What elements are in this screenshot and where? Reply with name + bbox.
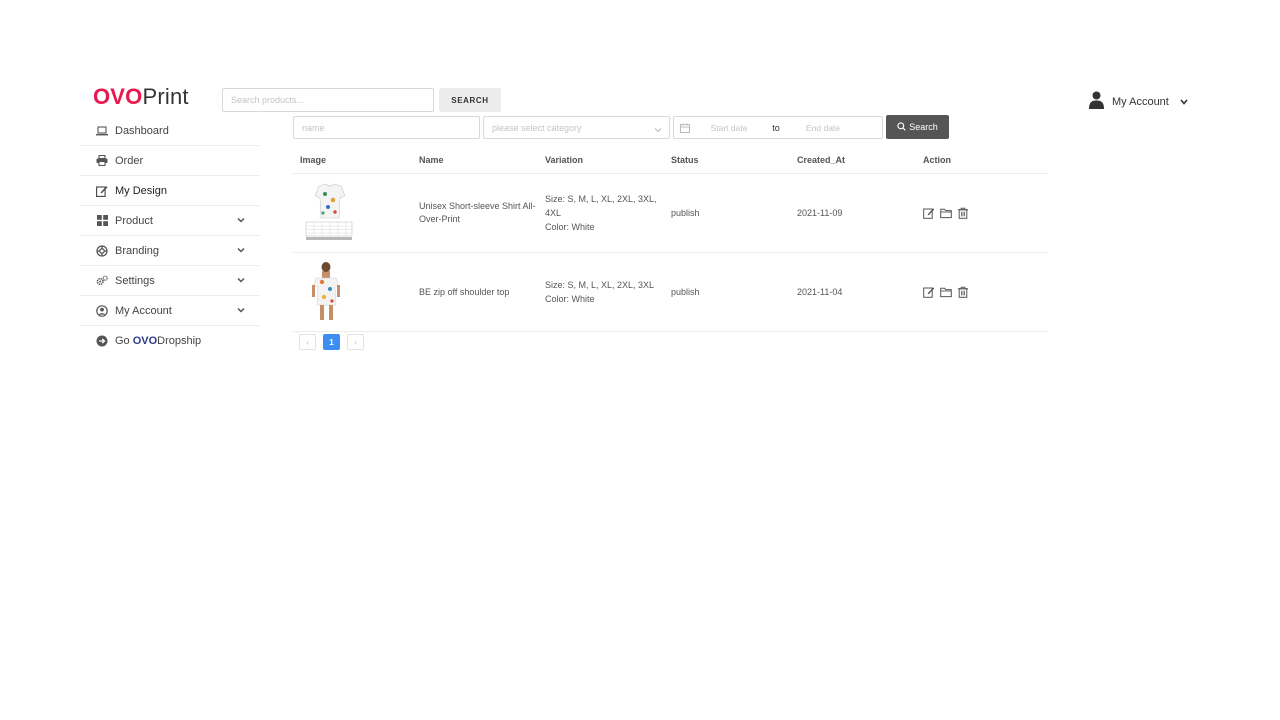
chevron-down-icon: [236, 305, 246, 315]
date-range-separator: to: [772, 122, 780, 133]
sidebar-item-branding[interactable]: Branding: [80, 236, 260, 266]
shirt-thumbnail-image: [305, 183, 353, 240]
go-prefix: Go: [115, 335, 130, 347]
product-search-button[interactable]: SEARCH: [439, 88, 501, 112]
variation-color: Color: White: [545, 294, 595, 304]
folder-icon[interactable]: [940, 207, 952, 219]
sidebar-item-product[interactable]: Product: [80, 206, 260, 236]
name-filter-input[interactable]: [293, 116, 480, 139]
column-header: Created_At: [797, 155, 846, 165]
logo[interactable]: OVOPrint: [93, 84, 189, 110]
search-icon: [897, 121, 906, 133]
product-search-input[interactable]: [222, 88, 434, 112]
variation-size: Size: S, M, L, XL, 2XL, 3XL, 4XL: [545, 194, 657, 218]
printer-icon: [96, 155, 108, 167]
cogs-icon: [96, 275, 108, 287]
sidebar-item-label: My Account: [115, 304, 172, 317]
column-header: Status: [671, 155, 699, 165]
page-button-current[interactable]: 1: [323, 334, 340, 350]
sidebar-item-dashboard[interactable]: Dashboard: [80, 116, 260, 146]
sidebar-item-label: Branding: [115, 244, 160, 257]
user-circle-icon: [96, 304, 108, 317]
chevron-down-icon: [1180, 96, 1188, 108]
product-name: BE zip off shoulder top: [419, 286, 510, 297]
sidebar-item-label: My Design: [115, 184, 167, 197]
sidebar-item-my-account[interactable]: My Account: [80, 296, 260, 326]
go-suffix: Dropship: [157, 335, 202, 347]
column-header: Image: [300, 155, 327, 165]
trash-icon[interactable]: [957, 207, 969, 219]
account-menu[interactable]: My Account: [1089, 91, 1188, 112]
edit-icon[interactable]: [923, 286, 935, 298]
lifebuoy-icon: [96, 244, 108, 257]
created-at: 2021-11-04: [797, 287, 843, 297]
row-actions: [923, 286, 1048, 298]
trash-icon[interactable]: [957, 286, 969, 298]
variation: Size: S, M, L, XL, 2XL, 3XL, 4XL Color: …: [545, 192, 671, 234]
variation: Size: S, M, L, XL, 2XL, 3XL Color: White: [545, 278, 671, 306]
sidebar-item-go-dropship[interactable]: Go OVO Dropship: [80, 326, 260, 356]
laptop-icon: [96, 125, 108, 137]
sidebar-item-label: Settings: [115, 274, 155, 287]
status: publish: [671, 287, 700, 297]
go-brand: OVO: [132, 335, 158, 347]
sidebar-item-settings[interactable]: Settings: [80, 266, 260, 296]
chevron-down-icon: [236, 215, 246, 225]
sidebar-item-label: Dashboard: [115, 124, 169, 137]
edit-icon: [96, 185, 108, 197]
sidebar-item-label: Product: [115, 214, 153, 227]
product-thumbnail[interactable]: [293, 261, 419, 323]
chevron-down-icon: [654, 125, 662, 135]
grid-icon: [96, 215, 108, 227]
table-row: BE zip off shoulder top Size: S, M, L, X…: [293, 253, 1048, 332]
logo-suffix: Print: [142, 84, 189, 109]
created-at: 2021-11-09: [797, 208, 843, 218]
designs-table: Image Name Variation Status Created_At A…: [293, 147, 1048, 332]
chevron-down-icon: [236, 275, 246, 285]
prev-page-button[interactable]: ‹: [299, 334, 316, 350]
variation-size: Size: S, M, L, XL, 2XL, 3XL: [545, 280, 655, 290]
edit-icon[interactable]: [923, 207, 935, 219]
date-range-picker[interactable]: to: [673, 116, 883, 139]
filter-search-button[interactable]: Search: [886, 115, 949, 139]
status: publish: [671, 208, 700, 218]
end-date-input[interactable]: [786, 122, 860, 133]
row-actions: [923, 207, 1048, 219]
column-header: Name: [419, 154, 444, 165]
sidebar: Dashboard Order My Design Product Brandi…: [80, 116, 260, 356]
column-header: Variation: [545, 155, 584, 165]
calendar-icon: [680, 123, 692, 133]
variation-color: Color: White: [545, 222, 595, 232]
chevron-down-icon: [236, 245, 246, 255]
column-header: Action: [923, 155, 951, 165]
arrow-circle-icon: [96, 335, 108, 347]
sidebar-item-my-design[interactable]: My Design: [80, 176, 260, 206]
filter-search-label: Search: [909, 122, 938, 132]
start-date-input[interactable]: [692, 122, 766, 133]
sidebar-item-order[interactable]: Order: [80, 146, 260, 176]
category-placeholder: please select category: [492, 122, 582, 133]
product-thumbnail[interactable]: [293, 182, 419, 244]
product-name: Unisex Short-sleeve Shirt All-Over-Print: [419, 201, 536, 224]
sidebar-item-label: Order: [115, 154, 144, 167]
category-select[interactable]: please select category: [483, 116, 670, 139]
next-page-button[interactable]: ›: [347, 334, 364, 350]
user-icon: [1089, 91, 1104, 112]
table-header: Image Name Variation Status Created_At A…: [293, 147, 1048, 174]
model-thumbnail-image: [312, 262, 340, 320]
table-row: Unisex Short-sleeve Shirt All-Over-Print…: [293, 174, 1048, 253]
account-label: My Account: [1112, 95, 1169, 108]
folder-icon[interactable]: [940, 286, 952, 298]
pagination: ‹ 1 ›: [299, 334, 364, 350]
logo-brand: OVO: [93, 84, 143, 109]
